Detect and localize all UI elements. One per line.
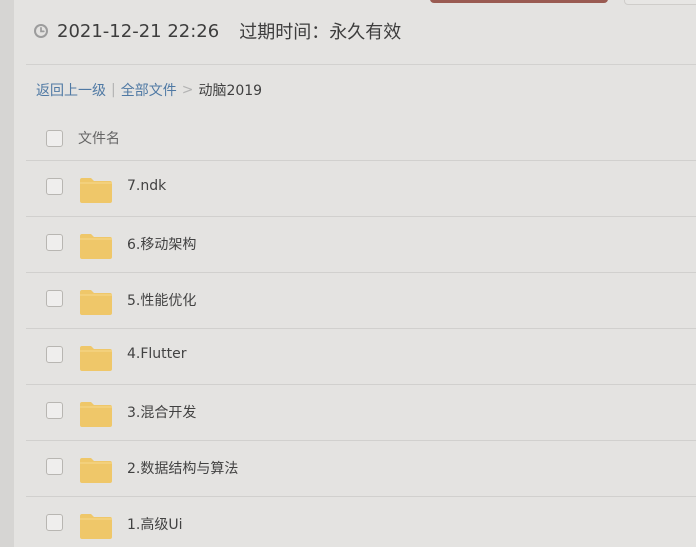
file-name[interactable]: 4.Flutter: [127, 346, 187, 362]
section-divider: [26, 64, 696, 65]
breadcrumb: 返回上一级 | 全部文件 > 动脑2019: [36, 80, 262, 100]
row-checkbox[interactable]: [46, 346, 63, 363]
table-row[interactable]: 1.高级Ui: [26, 497, 696, 547]
current-folder-name: 动脑2019: [198, 83, 263, 99]
folder-icon: [80, 234, 112, 259]
file-name[interactable]: 5.性能优化: [127, 290, 196, 310]
row-checkbox[interactable]: [46, 178, 63, 195]
table-row[interactable]: 6.移动架构: [26, 217, 696, 273]
table-row[interactable]: 2.数据结构与算法: [26, 441, 696, 497]
all-files-link[interactable]: 全部文件: [121, 80, 177, 100]
top-secondary-button-edge[interactable]: [624, 0, 696, 5]
folder-icon: [80, 178, 112, 203]
folder-icon: [80, 290, 112, 315]
left-edge-panel: [0, 0, 14, 547]
row-checkbox[interactable]: [46, 458, 63, 475]
row-checkbox[interactable]: [46, 514, 63, 531]
table-row[interactable]: 4.Flutter: [26, 329, 696, 385]
table-row[interactable]: 5.性能优化: [26, 273, 696, 329]
row-checkbox[interactable]: [46, 402, 63, 419]
file-name[interactable]: 7.ndk: [127, 178, 166, 194]
back-link[interactable]: 返回上一级: [36, 80, 106, 100]
file-list-header: 文件名: [26, 114, 696, 161]
table-row[interactable]: 3.混合开发: [26, 385, 696, 441]
row-checkbox[interactable]: [46, 234, 63, 251]
share-date: 2021-12-21 22:26: [57, 20, 220, 42]
breadcrumb-separator: |: [111, 82, 116, 98]
top-action-button-edge[interactable]: [430, 0, 608, 3]
folder-icon: [80, 458, 112, 483]
folder-icon: [80, 402, 112, 427]
file-list: 文件名 7.ndk 6.移动架构 5.性能优化 4.Flutter 3.混合开发…: [26, 114, 696, 547]
file-name[interactable]: 2.数据结构与算法: [127, 458, 238, 478]
shared-folder-page: 2021-12-21 22:26 过期时间：永久有效 返回上一级 | 全部文件 …: [0, 0, 696, 547]
file-name-column-header: 文件名: [78, 131, 120, 147]
file-name[interactable]: 3.混合开发: [127, 402, 196, 422]
folder-icon: [80, 346, 112, 371]
file-name[interactable]: 1.高级Ui: [127, 514, 183, 534]
share-meta: 2021-12-21 22:26 过期时间：永久有效: [33, 18, 401, 44]
select-all-checkbox[interactable]: [46, 130, 63, 147]
folder-icon: [80, 514, 112, 539]
file-name[interactable]: 6.移动架构: [127, 234, 196, 254]
expiry-text: 过期时间：永久有效: [239, 22, 402, 43]
breadcrumb-chevron: >: [181, 82, 194, 98]
table-row[interactable]: 7.ndk: [26, 161, 696, 217]
row-checkbox[interactable]: [46, 290, 63, 307]
clock-icon: [34, 24, 48, 38]
